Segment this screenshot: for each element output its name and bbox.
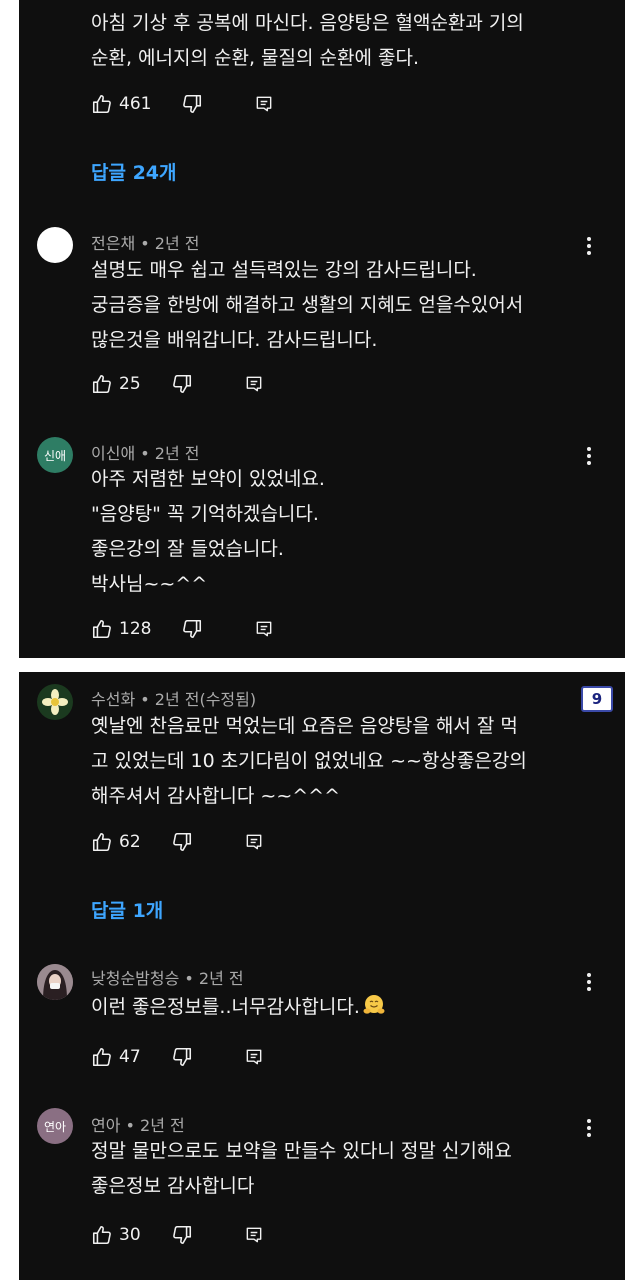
thumbs-down-icon[interactable] (171, 373, 193, 395)
like-count: 25 (119, 374, 141, 394)
comment-line: 좋은정보 감사합니다 (91, 1175, 255, 1197)
like-count: 47 (119, 1047, 141, 1067)
page-number-badge: 9 (581, 686, 613, 712)
comment-text: 아침 기상 후 공복에 마신다. 음양탕은 혈액순환과 기의 순환, 에너지의 … (91, 6, 524, 76)
comment-actions: 62 (91, 830, 265, 854)
view-replies-link[interactable]: 답글 1개 (91, 896, 163, 923)
like-count: 62 (119, 832, 141, 852)
profile-photo-icon (37, 964, 73, 1000)
comments-panel-bottom: 수선화 • 2년 전(수정됨) 옛날엔 찬음료만 먹었는데 요즘은 음양탕을 해… (19, 672, 625, 1280)
comment-line: 순환, 에너지의 순환, 물질의 순환에 좋다. (91, 47, 419, 69)
avatar[interactable]: 신애 (37, 437, 73, 473)
comment-line: 궁금증을 한방에 해결하고 생활의 지혜도 얻을수있어서 (91, 294, 524, 316)
reply-comment-icon[interactable] (243, 1224, 265, 1246)
comment-actions: 47 (91, 1045, 265, 1069)
comment-actions: 30 (91, 1223, 265, 1247)
hugging-face-icon (363, 995, 385, 1014)
comment-line: 아주 저렴한 보약이 있었네요. (91, 468, 325, 490)
comment-author-meta[interactable]: 수선화 • 2년 전(수정됨) (91, 686, 256, 710)
comment-line: 아침 기상 후 공복에 마신다. 음양탕은 혈액순환과 기의 (91, 12, 524, 34)
avatar[interactable] (37, 227, 73, 263)
daffodil-flower-icon (42, 689, 68, 715)
comment-line: 이런 좋은정보를..너무감사합니다. (91, 990, 386, 1025)
thumbs-up-icon[interactable] (91, 373, 113, 395)
comment-author-meta[interactable]: 낮청순밤청승 • 2년 전 (91, 965, 244, 989)
comments-panel-top: 아침 기상 후 공복에 마신다. 음양탕은 혈액순환과 기의 순환, 에너지의 … (19, 0, 625, 658)
avatar[interactable]: 연아 (37, 1108, 73, 1144)
kebab-menu-icon[interactable] (579, 971, 599, 993)
thumbs-down-icon[interactable] (171, 831, 193, 853)
kebab-menu-icon[interactable] (579, 235, 599, 257)
comment-line: 정말 물만으로도 보약을 만들수 있다니 정말 신기해요 (91, 1140, 512, 1162)
kebab-menu-icon[interactable] (579, 445, 599, 467)
like-count: 461 (119, 94, 152, 114)
comment-author-meta[interactable]: 전은채 • 2년 전 (91, 230, 199, 254)
thumbs-up-icon[interactable] (91, 618, 113, 640)
comment-line: 많은것을 배워갑니다. 감사드립니다. (91, 329, 378, 351)
reply-comment-icon[interactable] (253, 618, 275, 640)
reply-comment-icon[interactable] (253, 93, 275, 115)
comment-line-text: 이런 좋은정보를..너무감사합니다. (91, 996, 360, 1018)
comment-actions: 25 (91, 372, 265, 396)
reply-comment-icon[interactable] (243, 373, 265, 395)
comment-text: 이런 좋은정보를..너무감사합니다. (91, 990, 386, 1025)
like-count: 30 (119, 1225, 141, 1245)
comment-line: 해주셔서 감사합니다 ~~^^^ (91, 785, 340, 807)
comment-line: 고 있었는데 10 초기다림이 없었네요 ~~항상좋은강의 (91, 750, 527, 772)
thumbs-down-icon[interactable] (181, 93, 203, 115)
comment-line: "음양탕" 꼭 기억하겠습니다. (91, 503, 319, 525)
thumbs-up-icon[interactable] (91, 831, 113, 853)
kebab-menu-icon[interactable] (579, 1117, 599, 1139)
comment-actions: 128 (91, 617, 275, 641)
avatar[interactable] (37, 964, 73, 1000)
comment-author-meta[interactable]: 연아 • 2년 전 (91, 1112, 185, 1136)
thumbs-down-icon[interactable] (171, 1224, 193, 1246)
comment-text: 아주 저렴한 보약이 있었네요. "음양탕" 꼭 기억하겠습니다. 좋은강의 잘… (91, 462, 325, 602)
comment-line: 박사님~~^^ (91, 573, 208, 595)
like-count: 128 (119, 619, 152, 639)
comment-text: 설명도 매우 쉽고 설득력있는 강의 감사드립니다. 궁금증을 한방에 해결하고… (91, 253, 523, 358)
comment-actions: 461 (91, 92, 275, 116)
thumbs-up-icon[interactable] (91, 1224, 113, 1246)
comment-line: 좋은강의 잘 들었습니다. (91, 538, 284, 560)
comment-line: 설명도 매우 쉽고 설득력있는 강의 감사드립니다. (91, 259, 477, 281)
avatar[interactable] (37, 684, 73, 720)
comment-line: 옛날엔 찬음료만 먹었는데 요즘은 음양탕을 해서 잘 먹 (91, 715, 518, 737)
comment-author-meta[interactable]: 이신애 • 2년 전 (91, 440, 199, 464)
view-replies-link[interactable]: 답글 24개 (91, 158, 177, 185)
thumbs-down-icon[interactable] (181, 618, 203, 640)
comment-text: 정말 물만으로도 보약을 만들수 있다니 정말 신기해요 좋은정보 감사합니다 (91, 1134, 512, 1204)
reply-comment-icon[interactable] (243, 1046, 265, 1068)
comment-text: 옛날엔 찬음료만 먹었는데 요즘은 음양탕을 해서 잘 먹 고 있었는데 10 … (91, 709, 527, 814)
thumbs-down-icon[interactable] (171, 1046, 193, 1068)
reply-comment-icon[interactable] (243, 831, 265, 853)
thumbs-up-icon[interactable] (91, 1046, 113, 1068)
thumbs-up-icon[interactable] (91, 93, 113, 115)
